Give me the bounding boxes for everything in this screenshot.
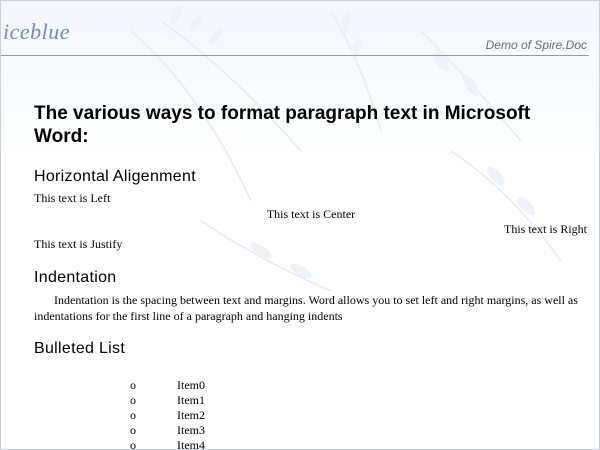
list-item-text: Item0 — [177, 378, 205, 392]
bullet-marker: o — [130, 378, 136, 392]
text-right-aligned: This text is Right — [503, 222, 587, 236]
header-divider — [1, 55, 589, 56]
demo-label: Demo of Spire.Doc — [485, 38, 587, 52]
bullet-marker: o — [130, 438, 136, 450]
brand-logo-text: iceblue — [3, 19, 71, 44]
heading-horizontal-alignment: Horizontal Aligenment — [34, 168, 196, 185]
document-title: The various ways to format paragraph tex… — [34, 103, 531, 147]
list-item-text: Item2 — [177, 408, 205, 422]
heading-bulleted-list: Bulleted List — [34, 340, 126, 357]
bullet-marker: o — [130, 393, 136, 407]
heading-indentation: Indentation — [34, 269, 117, 286]
document-page: iceblue Demo of Spire.Doc The various wa… — [0, 0, 600, 450]
bullet-marker: o — [130, 408, 136, 422]
bullet-marker: o — [130, 423, 136, 437]
indentation-paragraph: Indentation is the spacing between text … — [34, 292, 590, 324]
text-center-aligned: This text is Center — [266, 207, 356, 221]
indentation-paragraph-text: Indentation is the spacing between text … — [34, 293, 578, 323]
list-item-text: Item4 — [177, 438, 205, 450]
text-justify-aligned: This text is Justify — [34, 237, 123, 251]
list-item-text: Item3 — [177, 423, 205, 437]
text-left-aligned: This text is Left — [34, 191, 111, 205]
list-item-text: Item1 — [177, 393, 205, 407]
